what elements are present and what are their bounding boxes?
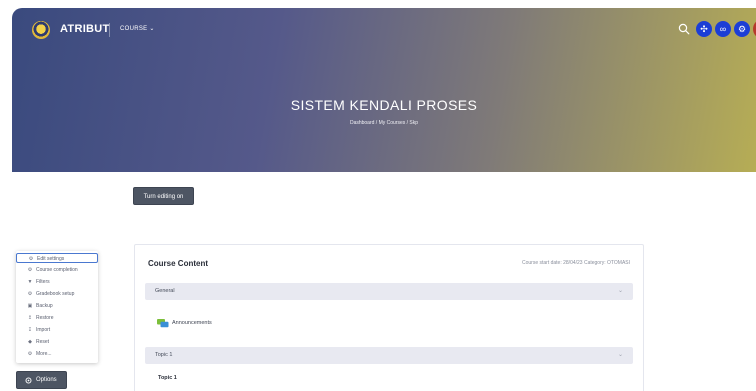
menu-item-label: Filters: [36, 279, 50, 285]
course-menu-dropdown[interactable]: COURSE ⌄: [120, 25, 155, 32]
menu-item-label: Edit settings: [37, 256, 65, 262]
course-content-title: Course Content: [148, 259, 208, 268]
gear-icon: ⚙: [27, 267, 33, 273]
chevron-down-icon[interactable]: ⌄: [618, 288, 623, 294]
menu-item-import[interactable]: ↧ Import: [16, 325, 98, 335]
options-button-label: Options: [36, 377, 57, 383]
course-meta: Course start date: 28/04/23 Category: OT…: [521, 260, 630, 266]
menu-item-label: Course completion: [36, 267, 78, 273]
gear-icon: ⚙: [27, 351, 33, 357]
menu-item-restore[interactable]: ↥ Restore: [16, 313, 98, 323]
menu-item-gradebook-setup[interactable]: ⚙ Gradebook setup: [16, 289, 98, 299]
filter-icon: ▼: [27, 279, 33, 285]
menu-item-course-completion[interactable]: ⚙ Course completion: [16, 265, 98, 275]
turn-editing-on-button[interactable]: Turn editing on: [133, 187, 194, 205]
topic-heading: Topic 1: [158, 375, 177, 381]
restore-icon: ↥: [27, 315, 33, 321]
menu-item-edit-settings[interactable]: ⚙ Edit settings: [16, 253, 98, 263]
gear-icon: ⚙: [28, 256, 34, 262]
options-dropdown-menu: ⚙ Edit settings ⚙ Course completion ▼ Fi…: [16, 251, 98, 363]
options-button[interactable]: Options: [16, 371, 67, 389]
section-label: General: [155, 288, 175, 294]
gear-icon: ⚙: [27, 291, 33, 297]
navbar-divider: [109, 23, 110, 37]
menu-item-label: More...: [36, 351, 52, 357]
section-topic-1[interactable]: Topic 1 ⌄: [145, 347, 633, 364]
section-general[interactable]: General ⌄: [145, 283, 633, 300]
gear-icon: [25, 377, 32, 384]
import-icon: ↧: [27, 327, 33, 333]
search-icon[interactable]: [678, 23, 690, 35]
menu-item-label: Gradebook setup: [36, 291, 75, 297]
menu-item-backup[interactable]: ▣ Backup: [16, 301, 98, 311]
menu-item-label: Restore: [36, 315, 54, 321]
menu-item-label: Backup: [36, 303, 53, 309]
breadcrumb[interactable]: Dashboard / My Courses / Skp: [12, 120, 756, 126]
page: ATRIBUT COURSE ⌄ ✣ ∞ ⚙ SISTEM KENDALI PR…: [0, 0, 756, 391]
menu-item-filters[interactable]: ▼ Filters: [16, 277, 98, 287]
chevron-down-icon[interactable]: ⌄: [618, 352, 623, 358]
menu-item-label: Import: [36, 327, 51, 333]
page-title: SISTEM KENDALI PROSES: [290, 97, 478, 113]
site-logo-icon[interactable]: [32, 21, 50, 39]
course-content-card: Course Content Course start date: 28/04/…: [134, 244, 644, 391]
activity-label[interactable]: Announcements: [172, 320, 212, 326]
backup-icon: ▣: [27, 303, 33, 309]
section-label: Topic 1: [155, 352, 173, 358]
navbar: ATRIBUT COURSE ⌄ ✣ ∞ ⚙: [12, 8, 756, 50]
forum-icon: [157, 319, 169, 328]
link-icon[interactable]: ∞: [715, 21, 731, 37]
menu-item-more[interactable]: ⚙ More...: [16, 349, 98, 359]
gear-icon[interactable]: ⚙: [734, 21, 750, 37]
menu-item-label: Reset: [36, 339, 50, 345]
menu-item-reset[interactable]: ◆ Reset: [16, 337, 98, 347]
site-brand[interactable]: ATRIBUT: [60, 23, 110, 35]
reset-icon: ◆: [28, 339, 32, 345]
atom-icon[interactable]: ✣: [696, 21, 712, 37]
